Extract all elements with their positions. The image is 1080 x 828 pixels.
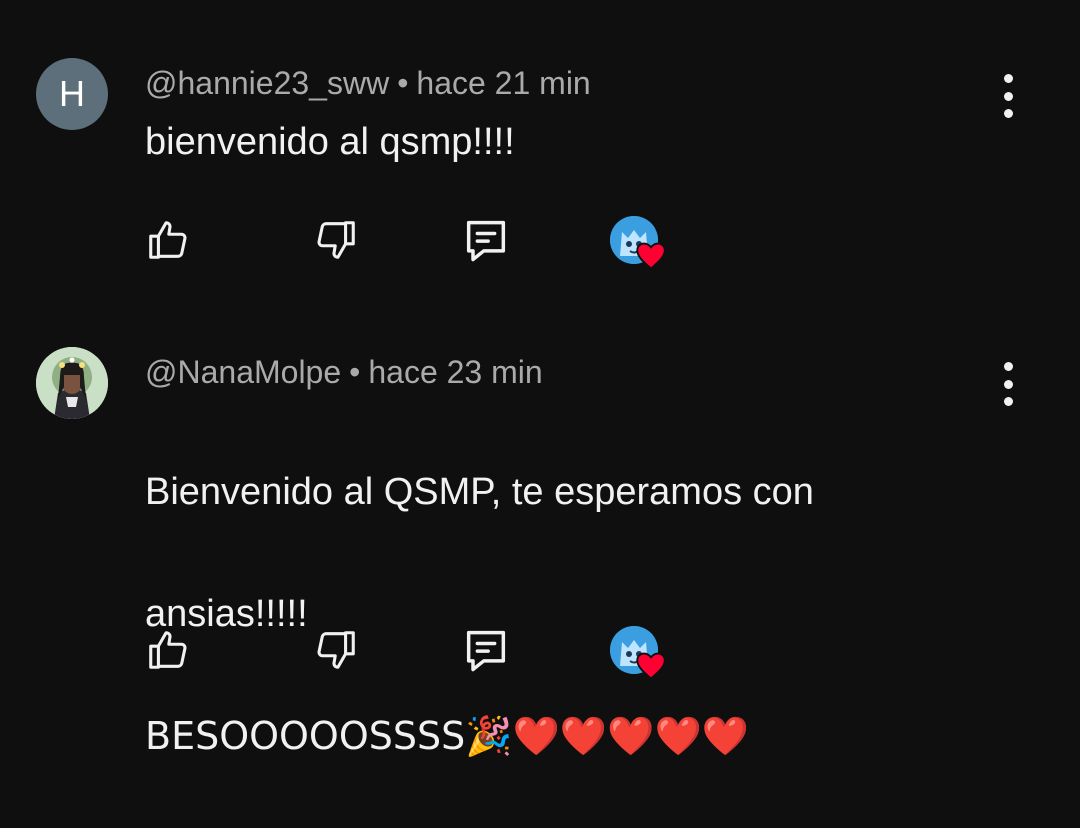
like-button[interactable]	[140, 212, 196, 268]
more-options-button[interactable]	[992, 74, 1024, 118]
thumbs-down-icon	[317, 221, 355, 259]
comment-author[interactable]: @hannie23_sww	[145, 65, 389, 101]
more-dot	[1003, 74, 1013, 83]
comment-actions	[140, 622, 700, 680]
thumbs-up-icon	[149, 631, 187, 669]
like-button[interactable]	[140, 622, 196, 678]
comment-text-line: BESOOOOOSSSS🎉❤️❤️❤️❤️❤️	[145, 714, 750, 758]
comment-author[interactable]: @NanaMolpe	[145, 354, 341, 390]
more-dot	[1003, 109, 1013, 118]
dislike-button[interactable]	[308, 212, 364, 268]
avatar[interactable]: H	[36, 58, 108, 130]
meta-separator: •	[397, 65, 409, 101]
avatar-image	[36, 347, 108, 419]
creator-heart-badge	[606, 622, 666, 680]
heart-icon	[636, 242, 666, 270]
comment-time: hace 21 min	[416, 65, 591, 101]
comment-meta: @NanaMolpe • hace 23 min	[145, 354, 543, 391]
comment-actions	[140, 212, 700, 270]
more-dot	[1003, 397, 1013, 406]
avatar-letter: H	[59, 73, 85, 114]
reply-button[interactable]	[458, 212, 514, 268]
dislike-button[interactable]	[308, 622, 364, 678]
comment-text: bienvenido al qsmp!!!!	[145, 121, 515, 163]
thumbs-down-icon	[317, 631, 355, 669]
heart-icon	[636, 652, 666, 680]
thumbs-up-icon	[149, 221, 187, 259]
reply-comment-icon	[466, 220, 506, 262]
comment-time: hace 23 min	[368, 354, 543, 390]
reply-button[interactable]	[458, 622, 514, 678]
reply-comment-icon	[466, 630, 506, 672]
comment-text: Bienvenido al QSMP, te esperamos con ans…	[145, 401, 965, 828]
creator-heart-badge	[606, 212, 666, 270]
comment-meta: @hannie23_sww • hace 21 min	[145, 65, 591, 102]
meta-separator: •	[349, 354, 361, 390]
more-dot	[1003, 362, 1013, 371]
more-dot	[1003, 379, 1013, 389]
comment-text-line: Bienvenido al QSMP, te esperamos con	[145, 471, 814, 513]
more-dot	[1003, 91, 1013, 101]
avatar[interactable]	[36, 347, 108, 419]
more-options-button[interactable]	[992, 362, 1024, 406]
